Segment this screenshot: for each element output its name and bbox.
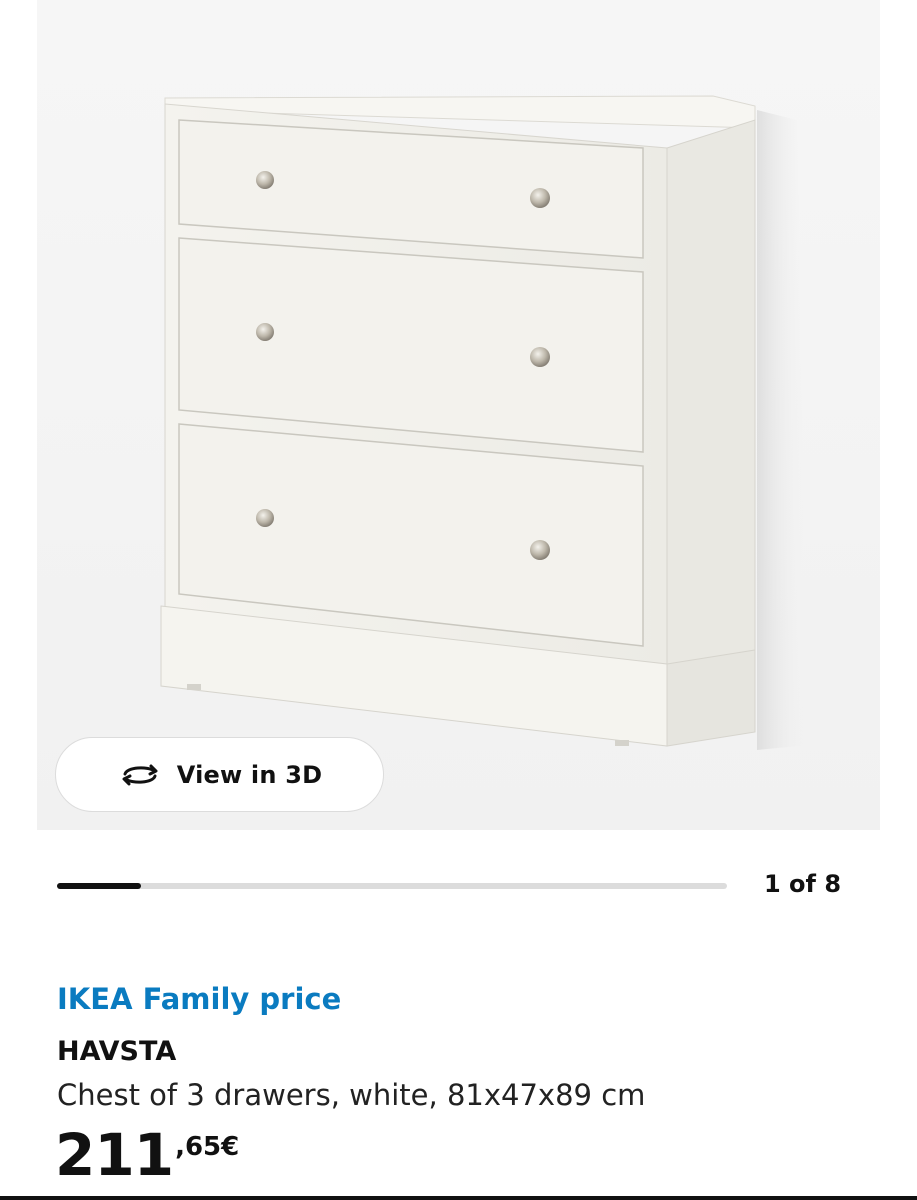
product-page: View in 3D 1 of 8 IKEA Family price HAVS… (0, 0, 917, 1200)
product-image (37, 0, 880, 830)
product-price: 211 ,65€ (55, 1122, 239, 1188)
price-integer: 211 (55, 1121, 174, 1189)
bottom-divider (0, 1196, 917, 1200)
price-decimal: ,65€ (175, 1132, 240, 1162)
product-name: HAVSTA (57, 1036, 177, 1067)
product-description: Chest of 3 drawers, white, 81x47x89 cm (57, 1078, 646, 1112)
product-image-gallery[interactable]: View in 3D (37, 0, 880, 830)
view-in-3d-label: View in 3D (176, 760, 323, 789)
gallery-counter: 1 of 8 (764, 870, 842, 898)
ikea-family-price-label: IKEA Family price (57, 982, 342, 1016)
gallery-progress-fill (57, 883, 141, 889)
rotate-3d-icon (122, 764, 158, 785)
view-in-3d-button[interactable]: View in 3D (55, 737, 384, 812)
gallery-progress-bar (57, 883, 727, 889)
